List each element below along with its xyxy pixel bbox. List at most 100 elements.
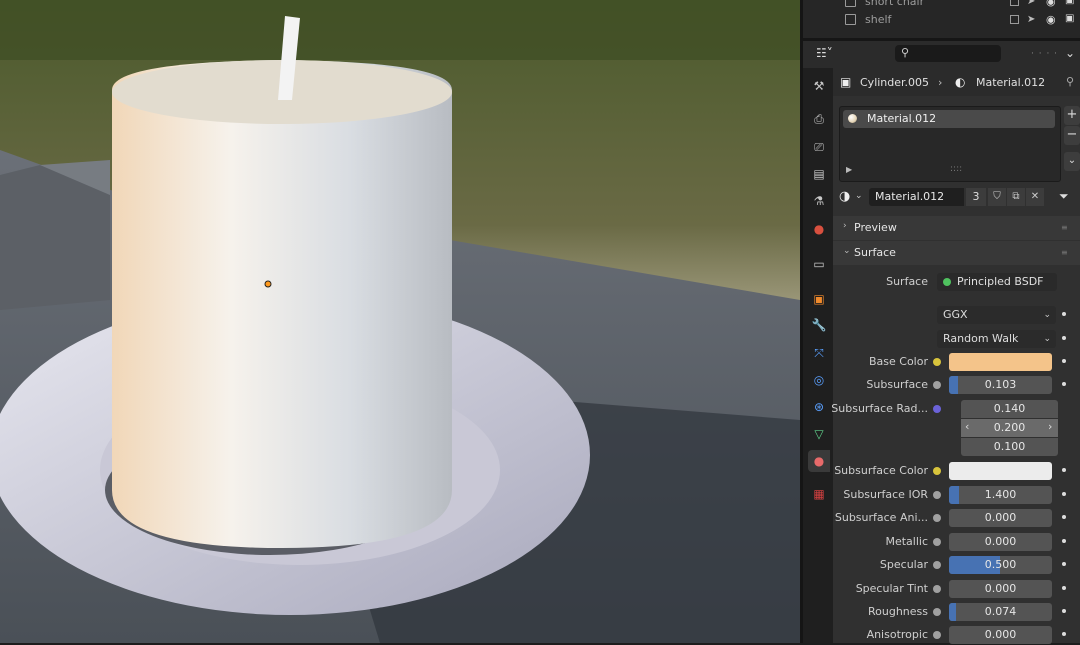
specular-row: Specular 0.500 — [833, 555, 1080, 575]
slider-value: 0.000 — [984, 511, 1017, 524]
chevron-down-icon[interactable]: ⌄ — [855, 191, 863, 201]
surface-shader-selector[interactable]: Principled BSDF — [937, 273, 1057, 291]
drag-dots-icon[interactable]: · · · · — [1031, 49, 1058, 59]
data-tab-icon[interactable]: ▽ — [808, 423, 830, 445]
metallic-slider[interactable]: 0.000 — [949, 533, 1052, 551]
user-count-badge[interactable]: 3 — [966, 188, 986, 206]
options-chevron-icon[interactable]: ⌄ — [1065, 46, 1075, 60]
value-socket-icon[interactable] — [933, 538, 941, 546]
scene-tab-icon[interactable]: ⚗ — [808, 190, 830, 212]
select-arrow-icon[interactable]: ➤ — [1027, 14, 1035, 25]
subsurface-anisotropy-slider[interactable]: 0.000 — [949, 509, 1052, 527]
subsurface-slider[interactable]: 0.103 — [949, 376, 1052, 394]
keyframe-dot-icon[interactable] — [1062, 382, 1066, 386]
value-socket-icon[interactable] — [933, 381, 941, 389]
keyframe-dot-icon[interactable] — [1062, 586, 1066, 590]
material-name-field[interactable]: Material.012 — [869, 188, 964, 206]
surface-shader-row: Surface Principled BSDF — [833, 272, 1080, 292]
fake-user-shield-icon[interactable]: ⛉ — [988, 188, 1006, 206]
eye-icon[interactable]: ◉ — [1046, 13, 1056, 26]
particles-tab-icon[interactable]: ⤧ — [808, 342, 830, 364]
keyframe-dot-icon[interactable] — [1062, 492, 1066, 496]
keyframe-dot-icon[interactable] — [1062, 359, 1066, 363]
distribution-value: GGX — [943, 308, 968, 321]
drag-handle-icon[interactable]: ≡ — [1061, 248, 1068, 257]
properties-editor-icon[interactable]: ☷˅ — [816, 46, 842, 62]
subsurface-color-swatch[interactable] — [949, 462, 1052, 480]
physics-tab-icon[interactable]: ◎ — [808, 369, 830, 391]
viewport-render — [0, 0, 800, 643]
surface-panel-header[interactable]: ⌄ Surface ≡ — [833, 241, 1080, 265]
slider-value: 1.400 — [984, 488, 1017, 501]
keyframe-dot-icon[interactable] — [1062, 468, 1066, 472]
expand-triangle-icon[interactable]: ▶ — [846, 165, 852, 174]
remove-slot-button[interactable]: − — [1064, 126, 1080, 145]
keyframe-dot-icon[interactable] — [1062, 562, 1066, 566]
subsurface-method-dropdown[interactable]: Random Walk ⌄ — [937, 330, 1056, 348]
color-socket-icon[interactable] — [933, 358, 941, 366]
outliner-row-shelf[interactable]: shelf ➤ ◉ ▣ — [803, 11, 1080, 29]
checkbox-icon[interactable] — [1010, 0, 1019, 6]
eye-icon[interactable]: ◉ — [1046, 0, 1056, 8]
object-icon — [845, 14, 856, 25]
camera-icon[interactable]: ▣ — [1065, 13, 1074, 24]
output-tab-icon[interactable]: ⎚ — [808, 136, 830, 158]
search-input[interactable]: ⚲ — [895, 45, 1001, 62]
keyframe-dot-icon[interactable] — [1062, 539, 1066, 543]
slot-specials-chevron-icon[interactable]: ⌄ — [1064, 152, 1080, 171]
pin-icon[interactable]: ⚲ — [1066, 75, 1074, 88]
filter-funnel-icon[interactable]: ⏷ — [1059, 189, 1069, 204]
select-arrow-icon[interactable]: ➤ — [1027, 0, 1035, 7]
decrement-arrow-icon[interactable]: ‹ — [965, 420, 969, 433]
world-tab-icon[interactable]: ● — [808, 218, 830, 240]
outliner-label: shelf — [865, 13, 892, 26]
increment-arrow-icon[interactable]: › — [1048, 420, 1052, 433]
camera-icon[interactable]: ▣ — [1065, 0, 1074, 6]
3d-viewport[interactable] — [0, 0, 800, 643]
unlink-material-icon[interactable]: ✕ — [1026, 188, 1044, 206]
keyframe-dot-icon[interactable] — [1062, 515, 1066, 519]
resize-grip-icon[interactable]: :::: — [950, 164, 962, 174]
color-socket-icon[interactable] — [933, 467, 941, 475]
material-slot[interactable]: Material.012 — [843, 110, 1055, 128]
value-socket-icon[interactable] — [933, 561, 941, 569]
specular-tint-slider[interactable]: 0.000 — [949, 580, 1052, 598]
slider-value: 0.000 — [984, 628, 1017, 641]
tool-tab-icon[interactable]: ⚒ — [808, 75, 830, 97]
texture-tab-icon[interactable]: ▦ — [808, 483, 830, 505]
value-socket-icon[interactable] — [933, 585, 941, 593]
checkbox-icon[interactable] — [1010, 15, 1019, 24]
distribution-dropdown[interactable]: GGX ⌄ — [937, 306, 1056, 324]
roughness-slider[interactable]: 0.074 — [949, 603, 1052, 621]
preview-panel-header[interactable]: › Preview ≡ — [833, 216, 1080, 240]
add-slot-button[interactable]: + — [1064, 106, 1080, 125]
radius-z-field[interactable]: 0.100 — [961, 438, 1058, 456]
outliner-row-short-chair[interactable]: short chair ➤ ◉ ▣ — [803, 0, 1080, 11]
keyframe-dot-icon[interactable] — [1062, 609, 1066, 613]
value-socket-icon[interactable] — [933, 514, 941, 522]
render-tab-icon[interactable]: ⎙ — [808, 108, 830, 130]
keyframe-dot-icon[interactable] — [1062, 632, 1066, 636]
value-socket-icon[interactable] — [933, 631, 941, 639]
keyframe-dot-icon[interactable] — [1062, 312, 1066, 316]
keyframe-dot-icon[interactable] — [1062, 336, 1066, 340]
material-slot-list[interactable]: Material.012 ▶ :::: — [839, 106, 1061, 182]
radius-x-field[interactable]: 0.140 — [961, 400, 1058, 418]
view-layer-tab-icon[interactable]: ▤ — [808, 163, 830, 185]
radius-y-field[interactable]: 0.200 — [961, 419, 1058, 437]
value-socket-icon[interactable] — [933, 608, 941, 616]
specular-slider[interactable]: 0.500 — [949, 556, 1052, 574]
material-tab-icon[interactable]: ● — [808, 450, 830, 472]
value-socket-icon[interactable] — [933, 491, 941, 499]
modifier-tab-icon[interactable]: 🔧 — [808, 314, 830, 336]
anisotropic-slider[interactable]: 0.000 — [949, 626, 1052, 644]
duplicate-material-icon[interactable]: ⧉ — [1007, 188, 1025, 206]
collection-tab-icon[interactable]: ▭ — [808, 253, 830, 275]
vector-socket-icon[interactable] — [933, 405, 941, 413]
base-color-swatch[interactable] — [949, 353, 1052, 371]
drag-handle-icon[interactable]: ≡ — [1061, 223, 1068, 232]
constraints-tab-icon[interactable]: ⊛ — [808, 396, 830, 418]
object-tab-icon[interactable]: ▣ — [808, 288, 830, 310]
material-browse-icon[interactable]: ◑ — [839, 189, 850, 204]
subsurface-ior-slider[interactable]: 1.400 — [949, 486, 1052, 504]
